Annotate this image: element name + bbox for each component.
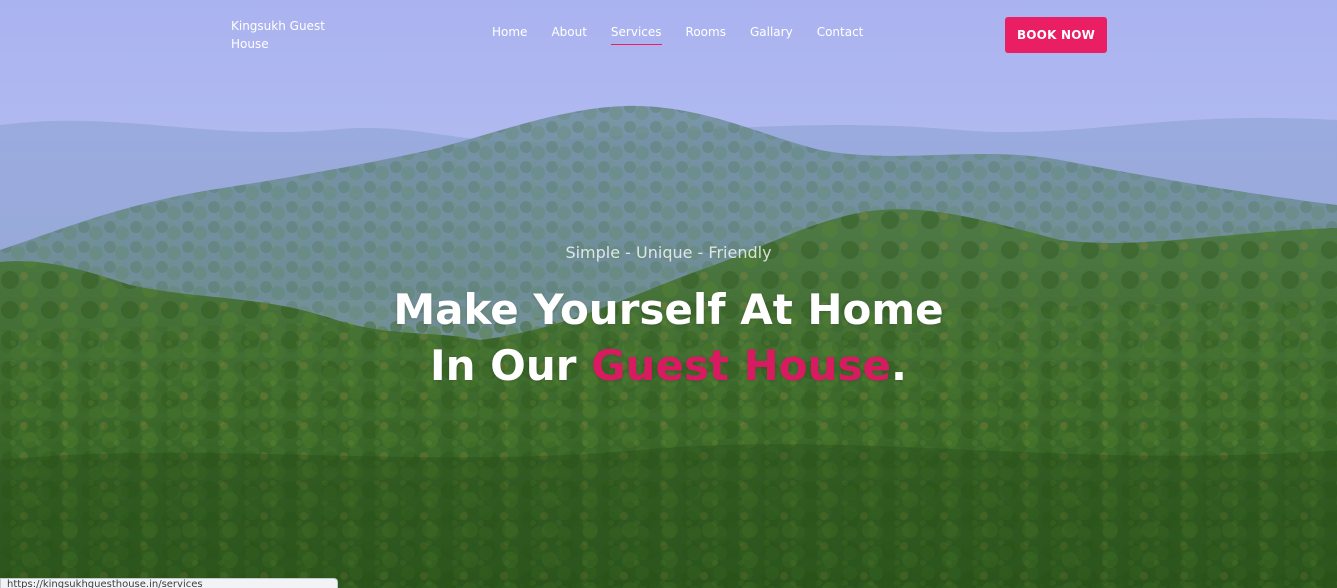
main-menu: Home About Services Rooms Gallary Contac… — [492, 21, 887, 45]
headline-suffix: . — [891, 341, 907, 390]
nav-link-rooms[interactable]: Rooms — [686, 23, 726, 44]
hero-tagline: Simple - Unique - Friendly — [565, 243, 772, 262]
browser-status-url: https://kingsukhguesthouse.in/services — [0, 578, 338, 588]
headline-line1: Make Yourself At Home — [393, 285, 944, 334]
book-now-button[interactable]: BOOK NOW — [1005, 17, 1107, 53]
nav-link-about[interactable]: About — [551, 23, 586, 44]
nav-item-home: Home — [492, 21, 527, 45]
top-navbar: Kingsukh Guest House Home About Services… — [0, 0, 1337, 70]
nav-link-services[interactable]: Services — [610, 23, 662, 45]
nav-link-gallary[interactable]: Gallary — [750, 23, 793, 44]
nav-link-contact[interactable]: Contact — [817, 23, 864, 44]
hero-headline: Make Yourself At Home In Our Guest House… — [0, 282, 1337, 394]
nav-item-services: Services — [610, 21, 662, 45]
nav-item-rooms: Rooms — [686, 21, 726, 45]
nav-link-home[interactable]: Home — [492, 23, 527, 44]
headline-prefix: In Our — [429, 341, 592, 390]
nav-item-gallary: Gallary — [750, 21, 793, 45]
nav-item-contact: Contact — [817, 21, 864, 45]
brand-logo-text[interactable]: Kingsukh Guest House — [231, 17, 341, 53]
headline-accent: Guest House — [591, 341, 892, 390]
nav-item-about: About — [551, 21, 586, 45]
